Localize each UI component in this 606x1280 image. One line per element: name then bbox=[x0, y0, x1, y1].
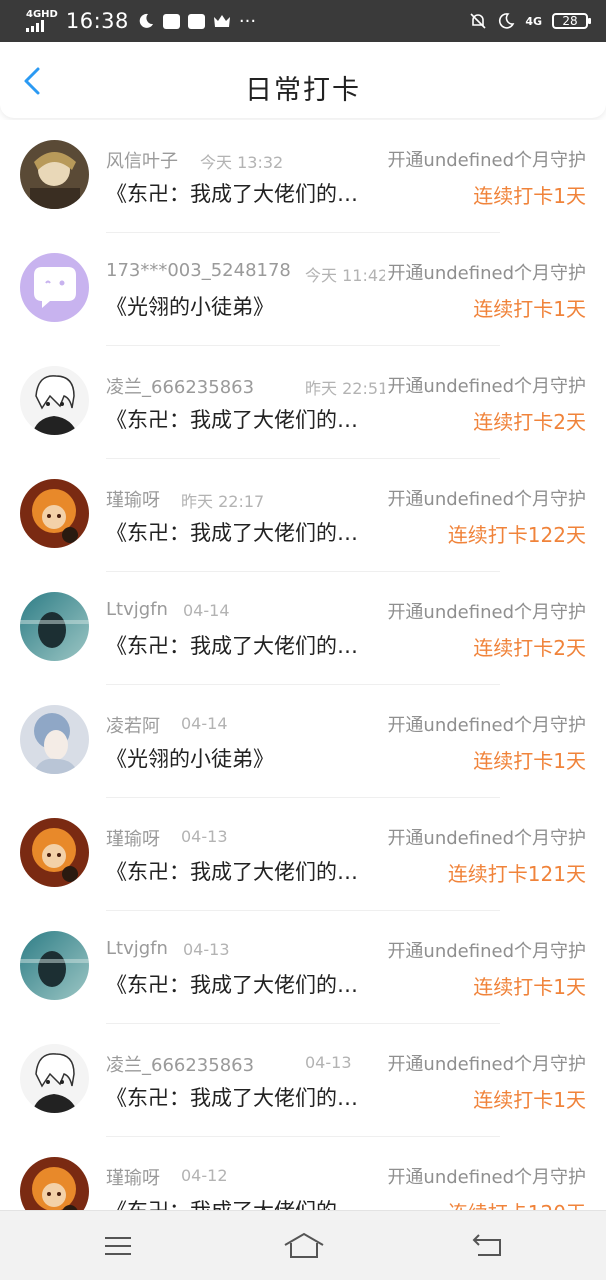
avatar[interactable] bbox=[20, 592, 89, 661]
battery-icon: 28 bbox=[552, 13, 591, 29]
checkin-time: 04-12 bbox=[181, 1166, 228, 1185]
book-title[interactable]: 《东卍：我成了大佬们的白月光》 bbox=[106, 517, 362, 547]
checkin-time: 04-13 bbox=[181, 827, 228, 846]
mail-icon bbox=[162, 13, 180, 29]
system-nav-bar bbox=[0, 1210, 606, 1280]
mute-bell-icon bbox=[469, 12, 487, 30]
list-item[interactable]: 凌兰_666235863 昨天 22:51 开通undefined个月守护 《东卍：我… bbox=[0, 346, 606, 459]
checkin-streak: 连续打卡2天 bbox=[473, 410, 586, 434]
more-notifications: ··· bbox=[238, 10, 257, 32]
signal-indicator: 4GHD bbox=[26, 10, 58, 32]
guard-status: 开通undefined个月守护 bbox=[385, 372, 586, 398]
book-title[interactable]: 《东卍：我成了大佬们的白月光》 bbox=[106, 178, 362, 208]
checkin-time: 昨天 22:51 bbox=[305, 379, 389, 398]
checkin-time: 今天 13:32 bbox=[200, 153, 284, 172]
user-name[interactable]: Ltvjgfn bbox=[106, 599, 168, 620]
checkin-time: 今天 11:42 bbox=[305, 266, 389, 285]
book-title[interactable]: 《光翎的小徒弟》 bbox=[106, 743, 362, 773]
avatar[interactable] bbox=[20, 931, 89, 1000]
book-title[interactable]: 《东卍：我成了大佬们的白月光》 bbox=[106, 404, 362, 434]
moon-icon bbox=[137, 12, 155, 30]
book-title[interactable]: 《东卍：我成了大佬们的白月光》 bbox=[106, 630, 362, 660]
video-icon bbox=[187, 13, 205, 29]
guard-status: 开通undefined个月守护 bbox=[385, 485, 586, 511]
book-title[interactable]: 《东卍：我成了大佬们的白月光》 bbox=[106, 1082, 362, 1112]
checkin-streak: 连续打卡1天 bbox=[473, 297, 586, 321]
checkin-streak: 连续打卡121天 bbox=[447, 862, 586, 886]
checkin-streak: 连续打卡120天 bbox=[448, 1197, 586, 1210]
user-name[interactable]: 瑾瑜呀 bbox=[106, 1164, 160, 1190]
guard-status: 开通undefined个月守护 bbox=[385, 1163, 586, 1189]
user-name[interactable]: 凌若阿 bbox=[106, 712, 160, 738]
back-icon[interactable] bbox=[470, 1231, 506, 1261]
checkin-streak: 连续打卡2天 bbox=[473, 636, 586, 660]
guard-status: 开通undefined个月守护 bbox=[385, 937, 586, 963]
list-item[interactable]: 173***003_5248178 今天 11:42 开通undefined个月守护… bbox=[0, 233, 606, 346]
checkin-streak: 连续打卡1天 bbox=[473, 1088, 586, 1112]
checkin-streak: 连续打卡122天 bbox=[447, 523, 586, 547]
list-item[interactable]: 瑾瑜呀 04-12 开通undefined个月守护《东卍：我成了大佬们的白月光》 连续… bbox=[0, 1137, 606, 1210]
home-icon[interactable] bbox=[282, 1231, 326, 1261]
avatar[interactable] bbox=[20, 366, 89, 435]
signal-icon bbox=[26, 20, 44, 32]
checkin-list[interactable]: 风信叶子今天 13:32开通undefined个月守护《东卍：我成了大佬们的白月… bbox=[0, 120, 606, 1210]
moon-icon bbox=[497, 12, 515, 30]
network-type-right: 4G bbox=[525, 14, 542, 28]
avatar[interactable] bbox=[20, 705, 89, 774]
book-title[interactable]: 《光翎的小徒弟》 bbox=[106, 291, 362, 321]
book-title[interactable]: 《东卍：我成了大佬们的白月光》 bbox=[106, 969, 362, 999]
checkin-time: 04-14 bbox=[181, 714, 228, 733]
user-name[interactable]: 瑾瑜呀 bbox=[106, 486, 160, 512]
list-item[interactable]: 凌若阿 04-14 开通undefined个月守护 《光翎的小徒弟》 连续打卡1天 bbox=[0, 685, 606, 798]
avatar[interactable] bbox=[20, 1044, 89, 1113]
checkin-streak: 连续打卡1天 bbox=[473, 975, 586, 999]
avatar[interactable] bbox=[20, 140, 89, 209]
list-item[interactable]: 瑾瑜呀 04-13 开通undefined个月守护《东卍：我成了大佬们的白月光》 连续… bbox=[0, 798, 606, 911]
book-title[interactable]: 《东卍：我成了大佬们的白月光》 bbox=[106, 856, 362, 886]
status-bar: 4GHD 16:38 ··· 4G 28 bbox=[0, 0, 606, 42]
guard-status: 开通undefined个月守护 bbox=[385, 711, 586, 737]
avatar[interactable] bbox=[20, 253, 89, 322]
checkin-time: 04-14 bbox=[183, 601, 230, 620]
clock: 16:38 bbox=[65, 9, 129, 33]
checkin-time: 04-13 bbox=[183, 940, 230, 959]
user-name[interactable]: 凌兰_666235863 bbox=[106, 1051, 254, 1077]
list-item[interactable]: 风信叶子 今天 13:32 开通undefined个月守护《东卍：我成了大佬们的白月… bbox=[0, 120, 606, 233]
guard-status: 开通undefined个月守护 bbox=[385, 824, 586, 850]
user-name[interactable]: 173***003_5248178 bbox=[106, 260, 291, 281]
user-name[interactable]: Ltvjgfn bbox=[106, 938, 168, 959]
guard-status: 开通undefined个月守护 bbox=[385, 1050, 586, 1076]
network-type: 4GHD bbox=[26, 9, 58, 20]
book-title[interactable]: 《东卍：我成了大佬们的白月光》 bbox=[106, 1195, 362, 1210]
list-item[interactable]: 凌兰_666235863 04-13 开通undefined个月守护 《东卍：我成了大… bbox=[0, 1024, 606, 1137]
header: 日常打卡 bbox=[0, 42, 606, 118]
guard-status: 开通undefined个月守护 bbox=[385, 259, 586, 285]
user-name[interactable]: 瑾瑜呀 bbox=[106, 825, 160, 851]
avatar[interactable] bbox=[20, 479, 89, 548]
list-item[interactable]: 瑾瑜呀 昨天 22:17 开通undefined个月守护《东卍：我成了大佬们的白月光… bbox=[0, 459, 606, 572]
crown-icon bbox=[213, 14, 231, 28]
avatar[interactable] bbox=[20, 818, 89, 887]
page-title: 日常打卡 bbox=[245, 75, 361, 106]
checkin-streak: 连续打卡1天 bbox=[473, 749, 586, 773]
checkin-time: 04-13 bbox=[305, 1053, 352, 1072]
guard-status: 开通undefined个月守护 bbox=[385, 146, 586, 172]
user-name[interactable]: 风信叶子 bbox=[106, 147, 178, 173]
avatar[interactable] bbox=[20, 1157, 89, 1210]
list-item[interactable]: Ltvjgfn 04-14 开通undefined个月守护《东卍：我成了大佬们的白月… bbox=[0, 572, 606, 685]
checkin-time: 昨天 22:17 bbox=[181, 492, 265, 511]
menu-icon[interactable] bbox=[100, 1231, 136, 1261]
list-item[interactable]: Ltvjgfn 04-13 开通undefined个月守护《东卍：我成了大佬们的白月… bbox=[0, 911, 606, 1024]
guard-status: 开通undefined个月守护 bbox=[385, 598, 586, 624]
user-name[interactable]: 凌兰_666235863 bbox=[106, 373, 254, 399]
checkin-streak: 连续打卡1天 bbox=[473, 184, 586, 208]
